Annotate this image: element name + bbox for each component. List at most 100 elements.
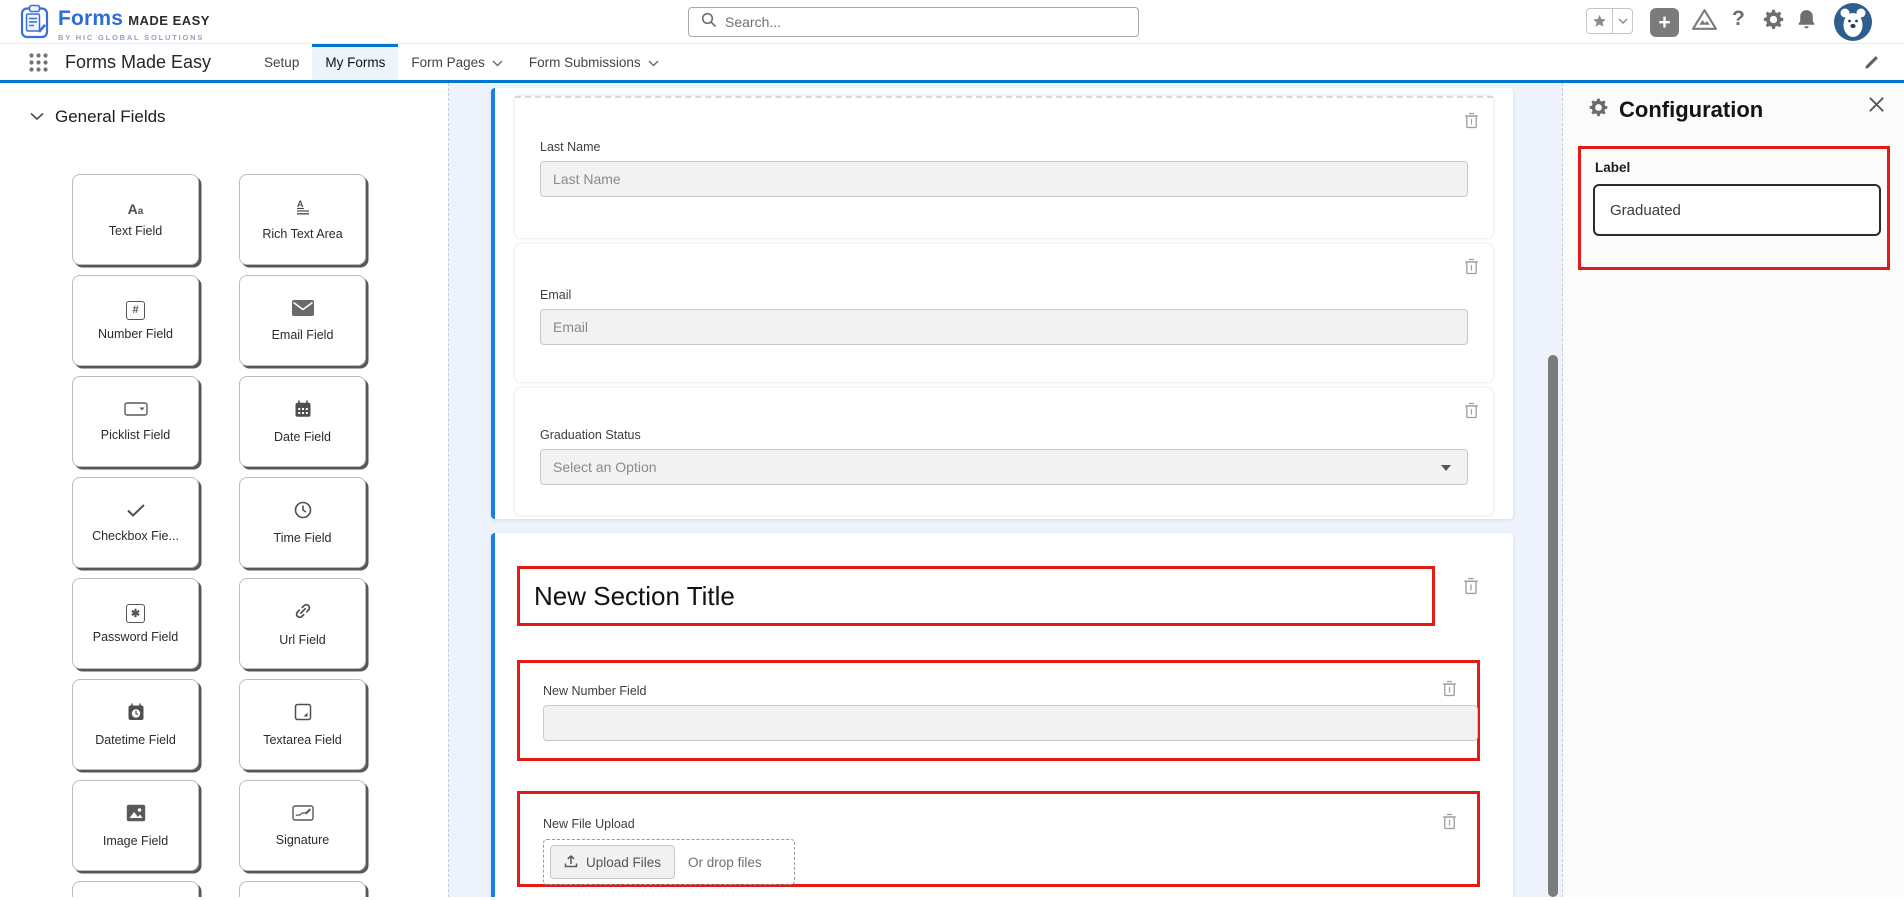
config-panel-title: Configuration — [1619, 97, 1763, 123]
setup-gear-icon[interactable] — [1762, 8, 1785, 31]
favorites-caret-icon[interactable] — [1613, 18, 1632, 24]
chevron-down-icon — [648, 55, 659, 70]
signature-field-icon — [292, 805, 314, 826]
palette-card-textarea-field[interactable]: Textarea Field — [239, 679, 366, 770]
select-caret-icon — [1441, 465, 1451, 471]
field-label: Last Name — [540, 140, 1468, 154]
email-field-icon — [292, 300, 314, 321]
trash-icon[interactable] — [1464, 112, 1479, 134]
palette-section-title: General Fields — [55, 107, 166, 127]
palette-card-time-field[interactable]: Time Field — [239, 477, 366, 568]
new-file-upload-highlight[interactable]: New File Upload Upload Files Or drop fil… — [517, 791, 1480, 887]
favorites-button[interactable] — [1586, 8, 1633, 34]
label-field-caption: Label — [1595, 160, 1887, 175]
text-field-icon: Aa — [128, 201, 144, 217]
palette-card-partial-2[interactable] — [239, 881, 366, 897]
notifications-bell-icon[interactable] — [1796, 8, 1817, 31]
app-name: Forms Made Easy — [65, 52, 211, 73]
favorites-star-icon[interactable] — [1587, 9, 1613, 33]
form-builder-canvas: Last Name Last Name Email Email Graduati — [448, 83, 1563, 897]
search-input[interactable] — [725, 14, 1138, 30]
field-label: New Number Field — [543, 684, 1477, 698]
field-label: Email — [540, 288, 1468, 302]
field-palette-grid: Aa Text Field A Rich Text Area # Number … — [72, 174, 366, 897]
section-trash-icon[interactable] — [1463, 577, 1479, 600]
edit-pencil-icon[interactable] — [1863, 54, 1880, 76]
form-section-2[interactable]: New Section Title New Number Field New F… — [491, 533, 1513, 897]
graduation-status-select[interactable]: Select an Option — [540, 449, 1468, 485]
guidance-icon[interactable] — [1691, 8, 1718, 31]
trash-icon[interactable] — [1464, 402, 1479, 424]
palette-card-signature[interactable]: Signature — [239, 780, 366, 871]
palette-card-email-field[interactable]: Email Field — [239, 275, 366, 366]
clipboard-logo-icon — [20, 4, 50, 44]
image-field-icon — [126, 804, 146, 827]
trash-icon[interactable] — [1442, 813, 1457, 835]
palette-card-image-field[interactable]: Image Field — [72, 780, 199, 871]
palette-card-number-field[interactable]: # Number Field — [72, 275, 199, 366]
gear-icon — [1588, 97, 1609, 123]
quick-add-icon[interactable]: + — [1650, 8, 1679, 37]
form-section-1[interactable]: Last Name Last Name Email Email Graduati — [491, 88, 1513, 519]
global-search[interactable] — [688, 7, 1139, 37]
palette-card-password-field[interactable]: ✱ Password Field — [72, 578, 199, 669]
palette-card-checkbox-field[interactable]: Checkbox Fie... — [72, 477, 199, 568]
field-block-email[interactable]: Email Email — [515, 244, 1493, 382]
brand-tagline: BY HIC GLOBAL SOLUTIONS — [58, 33, 210, 42]
new-number-field-highlight[interactable]: New Number Field — [517, 660, 1480, 761]
palette-card-date-field[interactable]: Date Field — [239, 376, 366, 467]
palette-card-url-field[interactable]: Url Field — [239, 578, 366, 669]
tab-form-pages[interactable]: Form Pages — [398, 44, 516, 80]
checkbox-field-icon — [126, 503, 146, 522]
datetime-field-icon — [127, 703, 145, 726]
global-header: Forms MADE EASY BY HIC GLOBAL SOLUTIONS … — [0, 0, 1904, 44]
fields-palette-sidebar: General Fields Aa Text Field A Rich Text… — [0, 83, 448, 897]
close-icon[interactable] — [1867, 95, 1886, 119]
canvas-scrollbar[interactable] — [1548, 355, 1558, 897]
url-field-icon — [293, 601, 313, 626]
field-label: New File Upload — [543, 817, 1477, 831]
brand-name: Forms — [58, 7, 123, 31]
palette-card-rich-text-area[interactable]: A Rich Text Area — [239, 174, 366, 265]
last-name-input[interactable]: Last Name — [540, 161, 1468, 197]
field-label: Graduation Status — [540, 428, 1468, 442]
palette-card-datetime-field[interactable]: Datetime Field — [72, 679, 199, 770]
palette-card-text-field[interactable]: Aa Text Field — [72, 174, 199, 265]
field-block-graduation-status[interactable]: Graduation Status Select an Option — [515, 388, 1493, 515]
drop-files-text: Or drop files — [688, 855, 762, 870]
tab-setup[interactable]: Setup — [251, 44, 312, 80]
app-launcher-icon[interactable] — [28, 52, 49, 73]
configuration-panel: Configuration Label — [1563, 83, 1904, 897]
chevron-down-icon[interactable] — [30, 108, 44, 126]
brand-suffix: MADE EASY — [128, 13, 210, 28]
section-title-highlight[interactable]: New Section Title — [517, 566, 1435, 626]
tab-my-forms[interactable]: My Forms — [312, 44, 398, 80]
chevron-down-icon — [492, 55, 503, 70]
file-dropzone[interactable]: Upload Files Or drop files — [543, 839, 795, 885]
new-number-input[interactable] — [543, 705, 1478, 741]
label-config-highlight: Label — [1578, 146, 1890, 270]
label-value-input[interactable] — [1593, 184, 1881, 236]
palette-card-picklist-field[interactable]: Picklist Field — [72, 376, 199, 467]
upload-files-button[interactable]: Upload Files — [550, 845, 675, 879]
picklist-field-icon — [124, 402, 148, 421]
help-icon[interactable]: ? — [1732, 7, 1745, 31]
number-field-icon: # — [126, 301, 145, 320]
trash-icon[interactable] — [1442, 680, 1457, 702]
general-fields-header[interactable]: General Fields — [30, 107, 448, 127]
email-input[interactable]: Email — [540, 309, 1468, 345]
search-icon — [701, 12, 717, 33]
textarea-field-icon — [294, 703, 312, 726]
field-block-last-name[interactable]: Last Name Last Name — [515, 96, 1493, 238]
upload-icon — [564, 854, 578, 871]
section-title[interactable]: New Section Title — [534, 581, 735, 612]
time-field-icon — [294, 501, 312, 524]
svg-text:A: A — [297, 199, 304, 209]
date-field-icon — [294, 400, 312, 423]
rich-text-icon: A — [294, 198, 312, 220]
palette-card-partial-1[interactable] — [72, 881, 199, 897]
tab-form-submissions[interactable]: Form Submissions — [516, 44, 672, 80]
trash-icon[interactable] — [1464, 258, 1479, 280]
app-nav-bar: Forms Made Easy Setup My Forms Form Page… — [0, 44, 1904, 83]
avatar[interactable] — [1834, 3, 1872, 41]
